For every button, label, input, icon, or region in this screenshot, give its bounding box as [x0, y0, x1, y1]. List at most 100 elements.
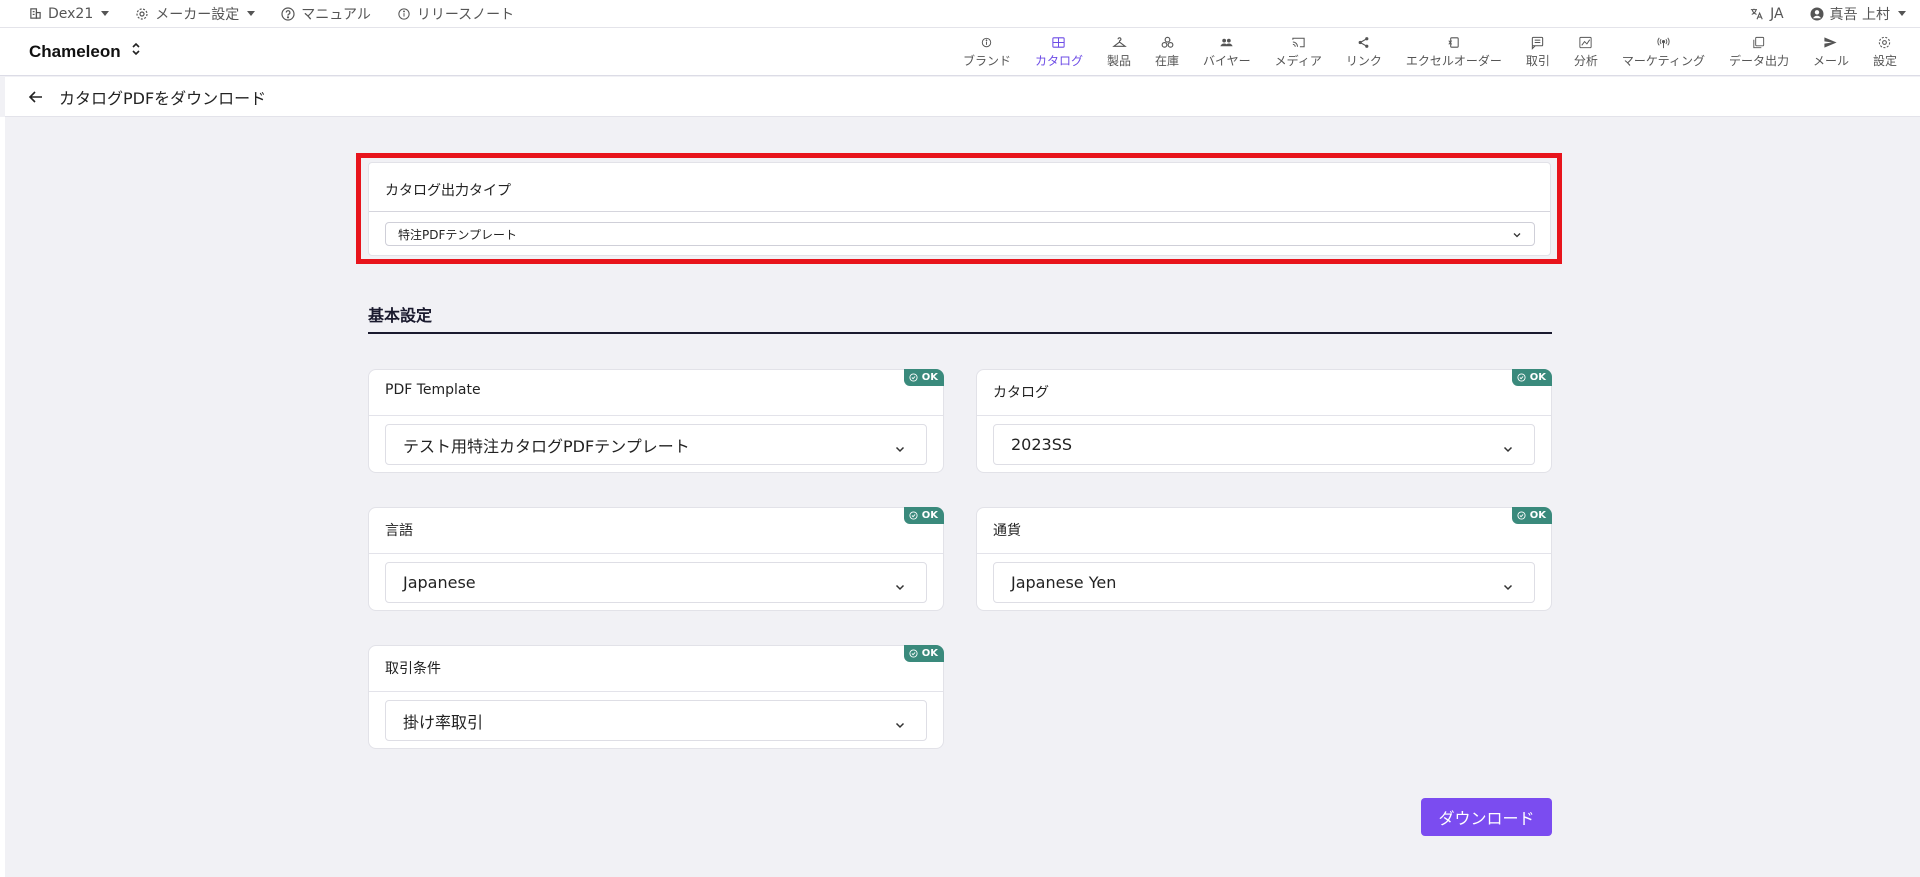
- nav-item-label: メール: [1812, 53, 1849, 68]
- download-button[interactable]: ダウンロード: [1421, 798, 1552, 836]
- output-type-select[interactable]: 特注PDFテンプレート: [385, 222, 1535, 246]
- check-circle-icon: [1517, 373, 1526, 382]
- nav-item-label: メディア: [1274, 53, 1322, 68]
- divider: [977, 553, 1551, 554]
- nav-item-label: マーケティング: [1621, 53, 1705, 68]
- nav-item-label: リンク: [1345, 53, 1382, 68]
- status-text: OK: [921, 510, 938, 521]
- catalog-select[interactable]: 2023SS: [993, 424, 1535, 465]
- language-field: 言語 OK Japanese: [368, 507, 944, 611]
- language-switcher[interactable]: JA: [1750, 6, 1784, 22]
- people-icon: [1220, 38, 1233, 46]
- nav-item-marketing[interactable]: マーケティング: [1610, 28, 1717, 76]
- nav-item-label: ブランド: [962, 53, 1011, 68]
- top-bar: Dex21 メーカー設定 マニュアル リリースノート JA 真吾 上村: [0, 0, 1920, 28]
- status-badge: OK: [1511, 507, 1552, 524]
- manual-label: マニュアル: [301, 6, 371, 23]
- caret-down-icon: [1898, 11, 1906, 16]
- caret-down-icon: [247, 11, 256, 16]
- nav-item-label: バイヤー: [1203, 53, 1251, 68]
- select-value: テスト用特注カタログPDFテンプレート: [403, 436, 690, 456]
- pdf-template-field: PDF Template OK テスト用特注カタログPDFテンプレート: [368, 369, 944, 473]
- help-circle-icon: [281, 6, 295, 21]
- status-text: OK: [921, 372, 938, 383]
- nav-item-buyers[interactable]: バイヤー: [1191, 28, 1263, 76]
- nav-item-products[interactable]: 製品: [1095, 28, 1143, 76]
- chevron-down-icon: [894, 578, 906, 597]
- check-circle-icon: [909, 373, 918, 382]
- caret-down-icon: [101, 11, 110, 16]
- status-badge: OK: [1511, 369, 1552, 386]
- select-value: 2023SS: [1011, 435, 1073, 454]
- nav-item-analytics[interactable]: 分析: [1562, 28, 1610, 76]
- check-circle-icon: [909, 649, 918, 658]
- chevron-down-icon: [1512, 229, 1522, 243]
- nav-item-link[interactable]: リンク: [1334, 28, 1394, 76]
- catalog-field: カタログ OK 2023SS: [976, 369, 1552, 473]
- language-select[interactable]: Japanese: [385, 562, 927, 603]
- back-arrow-icon[interactable]: [27, 88, 45, 106]
- nav-item-transactions[interactable]: 取引: [1514, 28, 1562, 76]
- user-menu[interactable]: 真吾 上村: [1810, 4, 1906, 24]
- section-divider: [368, 332, 1552, 334]
- nav-item-brand[interactable]: ブランド: [951, 28, 1023, 76]
- company-name: Dex21: [48, 5, 94, 22]
- user-avatar-icon: [1810, 7, 1824, 21]
- nav-item-catalog[interactable]: カタログ: [1023, 28, 1095, 76]
- nav-item-excel-order[interactable]: エクセルオーダー: [1394, 28, 1514, 76]
- message-icon: [1532, 36, 1544, 50]
- field-label: カタログ: [993, 385, 1049, 401]
- check-circle-icon: [1517, 511, 1526, 520]
- nav-item-label: 分析: [1573, 53, 1598, 68]
- divider: [369, 691, 943, 692]
- nav-item-label: 設定: [1872, 53, 1897, 68]
- catalog-grid-icon: [1052, 36, 1066, 48]
- release-notes-link[interactable]: リリースノート: [397, 4, 514, 24]
- building-icon: [28, 7, 42, 21]
- nav-item-data-export[interactable]: データ出力: [1717, 28, 1801, 76]
- nav-item-settings[interactable]: 設定: [1861, 28, 1909, 76]
- maker-settings-label: メーカー設定: [155, 6, 240, 23]
- broadcast-icon: [1657, 37, 1670, 48]
- trade-terms-select[interactable]: 掛け率取引: [385, 700, 927, 741]
- status-text: OK: [921, 648, 938, 659]
- page-header: カタログPDFをダウンロード: [5, 77, 1920, 117]
- chevron-down-icon: [1502, 578, 1514, 597]
- nav-item-label: 在庫: [1155, 53, 1180, 68]
- release-notes-label: リリースノート: [416, 6, 515, 23]
- gear-icon: [1879, 36, 1891, 48]
- currency-field: 通貨 OK Japanese Yen: [976, 507, 1552, 611]
- translate-icon: [1750, 7, 1764, 21]
- unfold-icon: [131, 41, 141, 62]
- cast-icon: [1292, 37, 1305, 47]
- check-circle-icon: [909, 511, 918, 520]
- select-value: 掛け率取引: [403, 712, 484, 732]
- divider: [369, 553, 943, 554]
- status-badge: OK: [903, 369, 944, 386]
- chevron-down-icon: [1502, 440, 1514, 459]
- company-switcher[interactable]: Dex21: [28, 5, 110, 22]
- section-title: 基本設定: [368, 306, 433, 325]
- select-value: Japanese: [403, 573, 476, 592]
- nav-item-media[interactable]: メディア: [1263, 28, 1334, 76]
- output-type-card: カタログ出力タイプ 特注PDFテンプレート: [368, 162, 1551, 256]
- chart-icon: [1579, 36, 1592, 48]
- field-label: 言語: [385, 523, 413, 539]
- nav-item-inventory[interactable]: 在庫: [1143, 28, 1191, 76]
- currency-select[interactable]: Japanese Yen: [993, 562, 1535, 603]
- divider: [369, 415, 943, 416]
- nav-item-label: データ出力: [1728, 53, 1789, 68]
- pdf-template-select[interactable]: テスト用特注カタログPDFテンプレート: [385, 424, 927, 465]
- brand-name: Chameleon: [29, 41, 121, 61]
- page-title: カタログPDFをダウンロード: [59, 88, 267, 108]
- brand-switcher[interactable]: Chameleon: [0, 41, 141, 62]
- main-navbar: Chameleon ブランド カタログ 製品 在庫 バイヤー メディア リンク …: [0, 28, 1920, 76]
- status-badge: OK: [903, 645, 944, 662]
- chevron-down-icon: [894, 440, 906, 459]
- nav-item-label: エクセルオーダー: [1405, 53, 1502, 68]
- manual-link[interactable]: マニュアル: [281, 4, 371, 24]
- nav-item-mail[interactable]: メール: [1801, 28, 1861, 76]
- maker-settings-menu[interactable]: メーカー設定: [135, 4, 256, 24]
- chevron-down-icon: [894, 716, 906, 735]
- divider: [369, 211, 1550, 212]
